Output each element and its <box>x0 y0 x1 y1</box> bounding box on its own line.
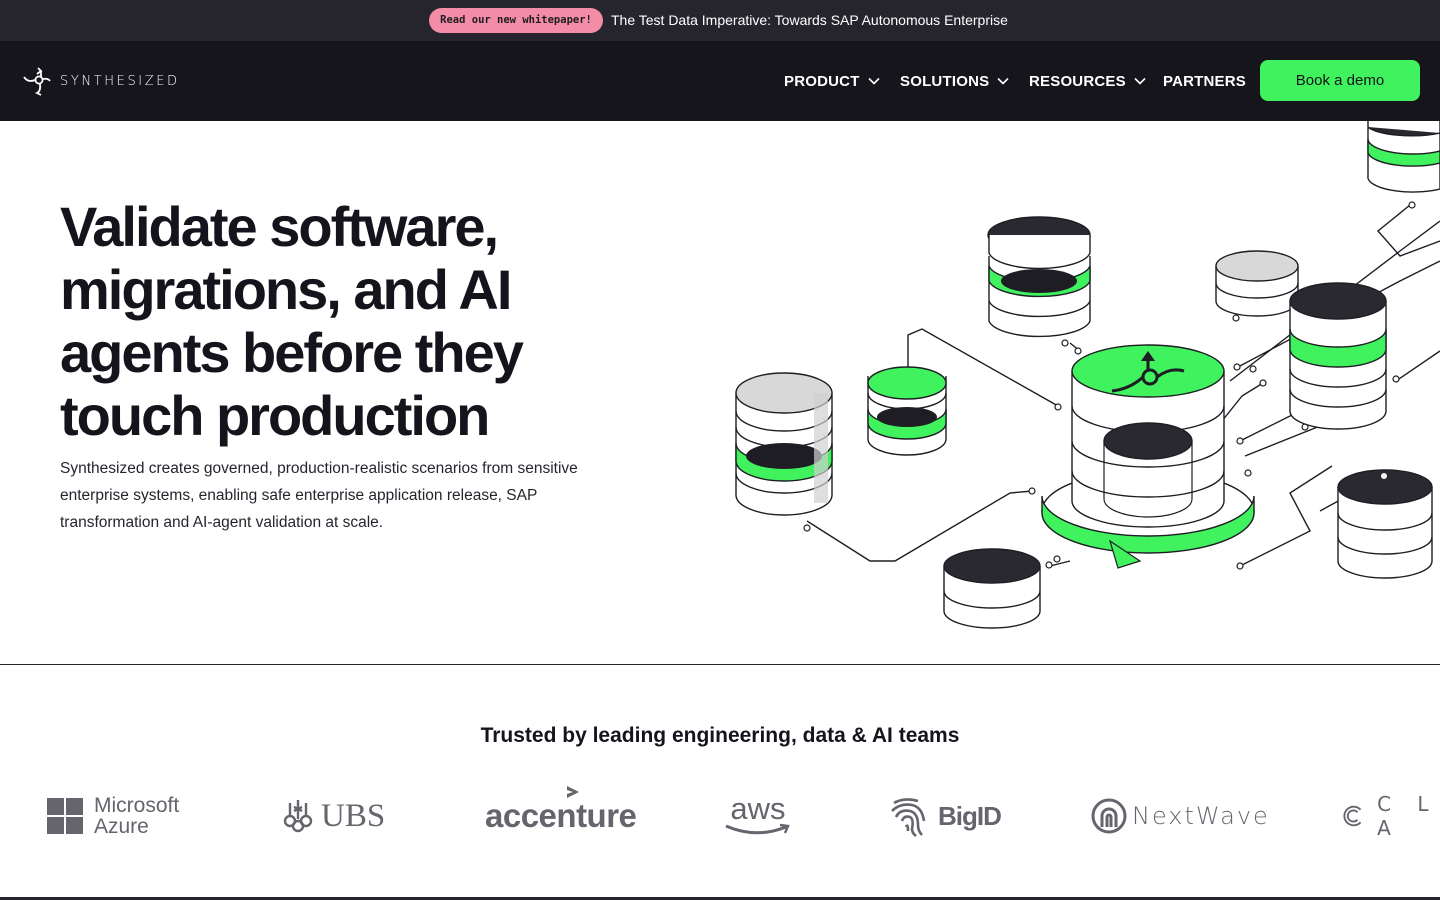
whitepaper-badge[interactable]: Read our new whitepaper! <box>429 8 603 33</box>
logo-ubs-text: UBS <box>321 797 386 834</box>
windows-grid-icon <box>47 798 83 834</box>
db-stack-left <box>735 372 833 516</box>
section-divider <box>0 664 1440 665</box>
chevron-down-icon <box>1134 77 1146 85</box>
db-stack-top <box>987 216 1091 338</box>
hero-section: Validate software, migrations, and AI ag… <box>0 121 1440 665</box>
synthesized-mark-icon <box>23 67 51 96</box>
logo-accenture: accenture <box>485 780 637 852</box>
data-infrastructure-illustration <box>735 121 1440 629</box>
nav-resources[interactable]: RESOURCES <box>1029 41 1146 121</box>
nav-solutions[interactable]: SOLUTIONS <box>900 41 1009 121</box>
nav-solutions-label: SOLUTIONS <box>900 72 990 90</box>
logo-microsoft-line2: Azure <box>94 815 149 838</box>
logo-microsoft-line1: Microsoft <box>94 794 180 817</box>
book-demo-button[interactable]: Book a demo <box>1260 60 1420 101</box>
logo-ubs: UBS <box>281 780 385 852</box>
announcement-bar: Read our new whitepaper! The Test Data I… <box>0 0 1440 41</box>
hero-title: Validate software, migrations, and AI ag… <box>60 195 524 447</box>
ubs-keys-icon <box>283 800 313 833</box>
logo-bigid-text: BigID <box>938 800 1002 831</box>
logo-cla: C L A <box>1342 780 1440 852</box>
nextwave-spiral-icon <box>1091 798 1127 834</box>
fingerprint-icon <box>891 798 926 837</box>
db-stack-bottom <box>943 548 1041 629</box>
nav-partners-label: PARTNERS <box>1163 72 1246 90</box>
synthesized-logo[interactable]: SYNTHESIZED <box>22 65 180 97</box>
chevron-down-icon <box>997 77 1009 85</box>
db-stack-right <box>1289 282 1387 430</box>
hero-subtitle: Synthesized creates governed, production… <box>60 460 578 531</box>
nav-partners[interactable]: PARTNERS <box>1163 41 1246 121</box>
db-stack-gray <box>1215 250 1299 317</box>
nav-product[interactable]: PRODUCT <box>784 41 880 121</box>
db-stack-bottom-right <box>1337 469 1433 579</box>
cla-rings-icon <box>1343 805 1362 827</box>
logo-aws: aws <box>724 780 792 852</box>
logo-nextwave: NextWave <box>1090 780 1270 852</box>
logo-accenture-text: accenture <box>485 797 637 834</box>
announcement-link[interactable]: The Test Data Imperative: Towards SAP Au… <box>611 0 1008 41</box>
nav-product-label: PRODUCT <box>784 72 860 90</box>
top-navigation: SYNTHESIZED PRODUCT SOLUTIONS RESOURCES … <box>0 41 1440 121</box>
central-hub <box>1041 344 1255 569</box>
db-stack-corner <box>1367 121 1440 193</box>
logo-aws-text: aws <box>730 791 786 826</box>
trusted-title: Trusted by leading engineering, data & A… <box>480 724 960 747</box>
aws-smile-icon <box>725 823 790 835</box>
chevron-down-icon <box>868 77 880 85</box>
logo-microsoft-azure: Microsoft Azure <box>46 780 179 852</box>
logo-bigid: BigID <box>890 780 1002 852</box>
customer-logo-strip: Microsoft Azure UBS accenture aws BigID … <box>0 780 1440 852</box>
logo-nextwave-text: NextWave <box>1132 802 1270 830</box>
logo-wordmark: SYNTHESIZED <box>60 73 180 89</box>
db-stack-small-green <box>867 366 947 456</box>
nav-resources-label: RESOURCES <box>1029 72 1126 90</box>
logo-cla-text: C L A <box>1377 792 1439 840</box>
accenture-chevron-icon <box>567 786 579 798</box>
